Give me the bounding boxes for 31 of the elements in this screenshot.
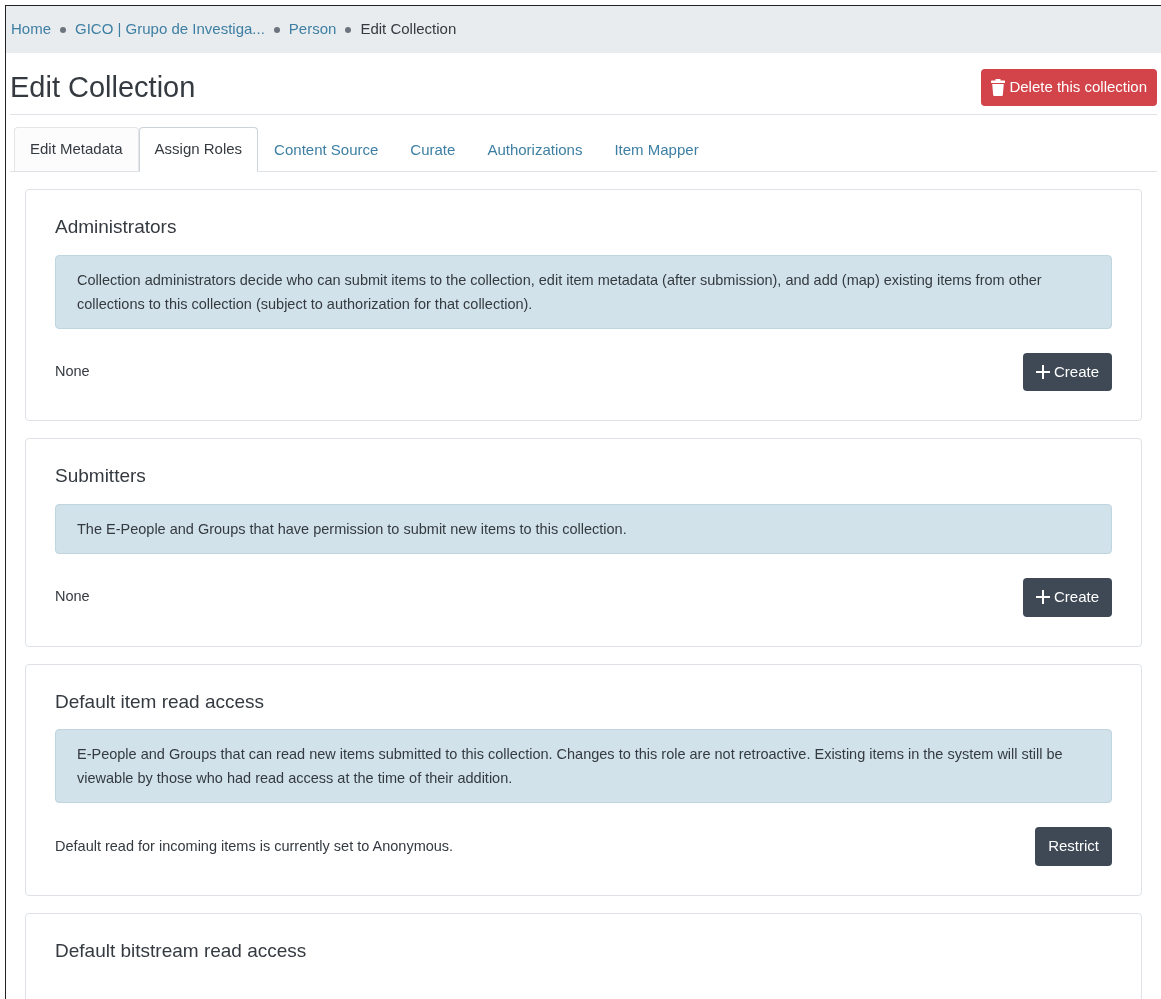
breadcrumb-link[interactable]: Home [11,18,51,41]
status-text: None [55,362,90,382]
tab[interactable]: Authorizations [471,126,599,172]
trash-icon [991,78,1006,96]
breadcrumb-link[interactable]: GICO | Grupo de Investiga... [75,18,265,41]
tab[interactable]: Content Source [258,126,395,172]
delete-collection-button[interactable]: Delete this collection [981,69,1157,106]
tab[interactable]: Edit Metadata [14,126,139,172]
tab[interactable]: Curate [394,126,472,172]
plus-icon [1035,365,1050,380]
separator-dot-icon [60,26,66,33]
info-message: E-People and Groups that can read new items submitted to this collection. Changes to this role are not retroactive. Existing items in the system will still be viewable by those who had read access at the time of their addition. [55,729,1112,804]
breadcrumb-current: Edit Collection [360,19,457,40]
tab[interactable]: Assign Roles [138,126,259,172]
plus-icon [1035,590,1050,605]
tab[interactable]: Item Mapper [598,126,715,172]
separator-dot-icon [345,26,352,33]
status-text: None [55,587,90,607]
info-message: The E-People and Groups that have permission to submit new items to this collection. [55,504,1112,555]
separator-dot-icon [273,26,280,33]
breadcrumb-link[interactable]: Person [288,18,337,41]
section-title: Administrators [55,216,178,239]
section-title: Default bitstream read access [55,939,308,963]
page-title: Edit Collection [10,69,196,105]
create-button[interactable]: Create [1022,578,1112,617]
section-title: Submitters [55,465,147,489]
section-title: Default item read access [55,690,266,714]
status-text: Default read for incoming items is currently set to Anonymous. [55,836,454,856]
info-message: Collection administrators decide who can submit items to the collection, edit item metadata (after submission), and add (map) existing items from other collections to this collection (subject to authorization for that collection). [55,254,1112,329]
create-button[interactable]: Create [1022,352,1112,392]
restrict-button[interactable]: Restrict [1035,827,1112,866]
